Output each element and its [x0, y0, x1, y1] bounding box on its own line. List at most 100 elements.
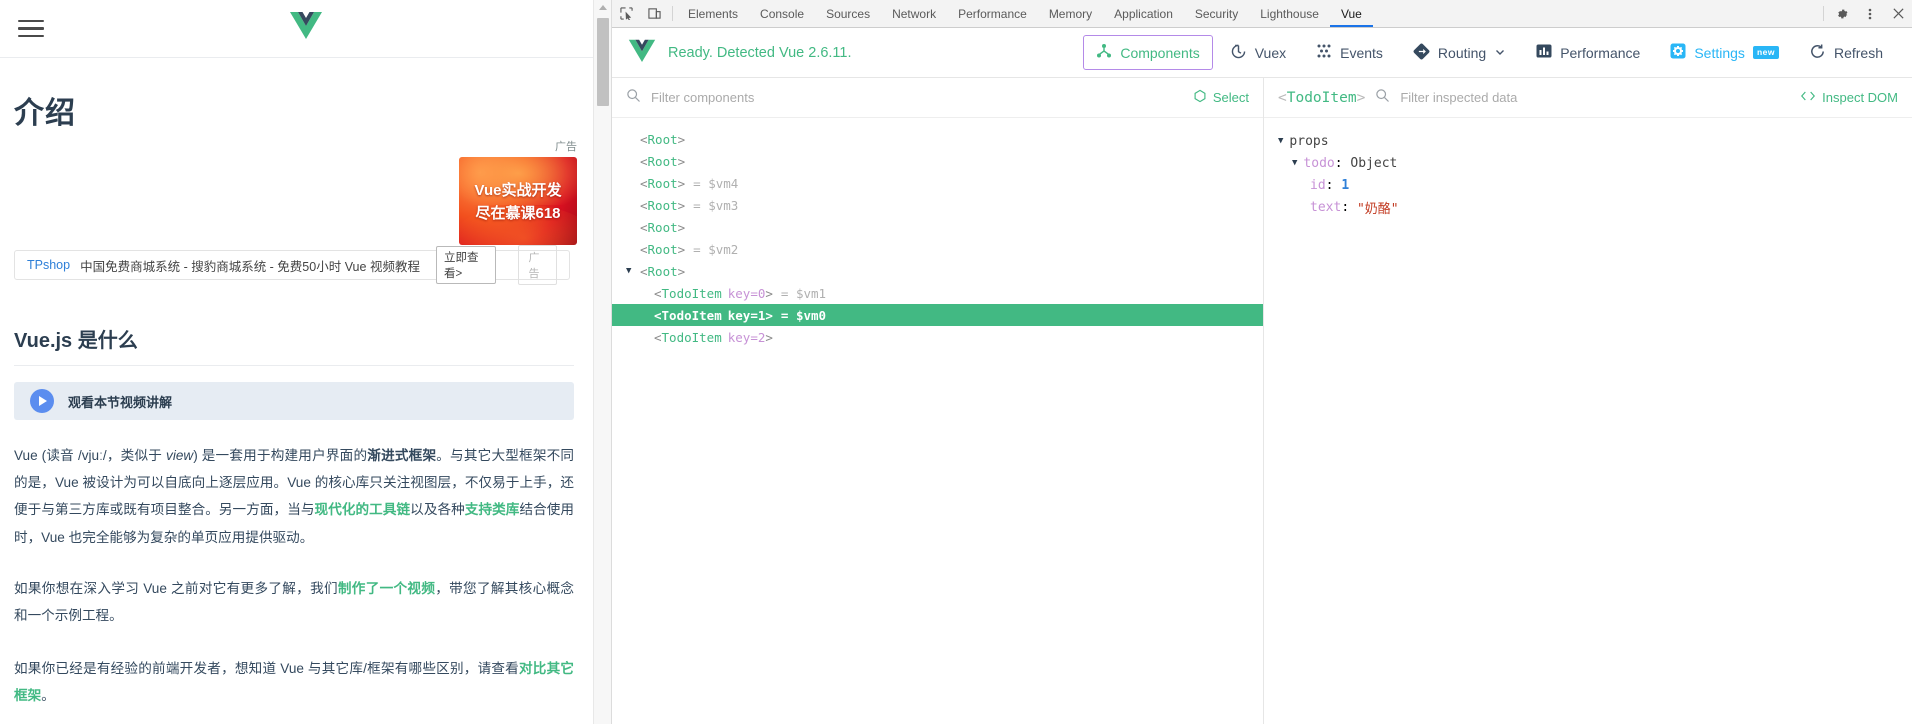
node-instance: = $vm1	[780, 285, 827, 301]
prop-field-row[interactable]: id : 1	[1278, 174, 1912, 196]
ad-banner-image[interactable]: Vue实战开发 尽在慕课618	[459, 157, 577, 245]
node-tag: <TodoItem	[654, 307, 722, 323]
vue-tab-settings[interactable]: Settings new	[1657, 35, 1792, 70]
vue-tab-vuex-label: Vuex	[1254, 44, 1287, 61]
section-title: Vue.js 是什么	[14, 330, 138, 352]
tab-memory[interactable]: Memory	[1038, 0, 1103, 27]
prop-field-key: text	[1310, 199, 1342, 215]
routing-icon	[1413, 43, 1430, 63]
tree-node[interactable]: <Root>	[612, 216, 1263, 238]
vue-status-text: Ready. Detected Vue 2.6.11.	[668, 44, 852, 61]
vue-logo	[289, 10, 323, 45]
settings-new-badge: new	[1752, 46, 1779, 59]
component-tree[interactable]: <Root> <Root> <Root> = $vm4 <Root> = $vm…	[612, 118, 1263, 724]
node-tag: <Root>	[640, 219, 686, 235]
prop-field-key: id	[1310, 177, 1326, 193]
vue-tab-routing[interactable]: Routing	[1400, 35, 1519, 71]
ad-cta-button[interactable]: 立即查看>	[435, 246, 497, 284]
link-support-libs[interactable]: 支持类库	[465, 502, 520, 517]
tab-console[interactable]: Console	[749, 0, 815, 27]
chevron-down-icon[interactable]	[1494, 45, 1506, 61]
tree-node-selected[interactable]: <TodoItem key=1 > = $vm0	[612, 304, 1263, 326]
ad-strip-tag: 广告	[518, 245, 557, 285]
inspect-element-icon[interactable]	[612, 0, 640, 27]
play-icon[interactable]	[30, 389, 54, 413]
tree-node[interactable]: <Root> = $vm3	[612, 194, 1263, 216]
tree-node[interactable]: <Root>	[612, 150, 1263, 172]
events-icon	[1316, 43, 1332, 62]
props-group-row[interactable]: ▼ props	[1278, 130, 1912, 152]
vue-tab-vuex[interactable]: Vuex	[1217, 35, 1299, 71]
vue-tab-components[interactable]: Components	[1083, 35, 1213, 70]
node-key: key=2	[727, 329, 766, 345]
inspect-dom-label: Inspect DOM	[1822, 90, 1898, 105]
prop-field-row[interactable]: text : "奶酪"	[1278, 196, 1912, 218]
vue-main-area: Select <Root> <Root> <Root> = $vm4	[612, 78, 1912, 724]
link-made-a-video[interactable]: 制作了一个视频	[338, 581, 435, 596]
tab-security[interactable]: Security	[1184, 0, 1249, 27]
expand-caret-icon[interactable]: ▼	[626, 266, 640, 276]
vue-refresh-label: Refresh	[1833, 44, 1883, 61]
node-tag: <Root>	[640, 197, 686, 213]
tab-elements[interactable]: Elements	[677, 0, 749, 27]
tab-performance[interactable]: Performance	[947, 0, 1038, 27]
close-icon[interactable]	[1884, 0, 1912, 27]
props-group-label: props	[1289, 133, 1329, 149]
vue-tab-events[interactable]: Events	[1303, 35, 1396, 70]
node-tag: <TodoItem	[654, 329, 722, 345]
tree-node[interactable]: <TodoItem key=0 > = $vm1	[612, 282, 1263, 304]
tab-sources[interactable]: Sources	[815, 0, 881, 27]
filter-components-input[interactable]	[651, 90, 1183, 105]
tab-application[interactable]: Application	[1103, 0, 1184, 27]
tab-vue[interactable]: Vue	[1330, 0, 1373, 27]
scrollbar-thumb[interactable]	[597, 18, 609, 106]
page-title: 介绍	[14, 97, 76, 130]
hamburger-icon[interactable]	[18, 19, 44, 38]
node-tag-close: >	[765, 285, 773, 301]
vue-toolbar-actions: Components Vuex Events Routing Performan…	[1083, 35, 1896, 71]
tab-lighthouse[interactable]: Lighthouse	[1249, 0, 1330, 27]
paragraph-1: Vue (读音 /vjuː/，类似于 view) 是一套用于构建用户界面的渐进式…	[14, 442, 574, 551]
tree-node[interactable]: <Root> = $vm4	[612, 172, 1263, 194]
video-banner[interactable]: 观看本节视频讲解	[14, 382, 574, 420]
bar-chart-icon	[1536, 43, 1552, 62]
vue-refresh-button[interactable]: Refresh	[1796, 35, 1896, 71]
prop-object-row[interactable]: ▼ todo : Object	[1278, 152, 1912, 174]
web-page-pane: 广告 Vue实战开发 尽在慕课618 介绍 TPshop 中国免费商城系统 - …	[0, 0, 612, 724]
more-vertical-icon[interactable]	[1856, 0, 1884, 27]
node-key: key=1	[727, 307, 766, 323]
prop-colon: :	[1334, 155, 1351, 171]
filter-inspected-data-input[interactable]	[1400, 90, 1791, 105]
video-banner-label: 观看本节视频讲解	[68, 394, 173, 410]
node-tag: <Root>	[640, 153, 686, 169]
tab-network[interactable]: Network	[881, 0, 947, 27]
p1-text-d: 以及各种	[410, 502, 465, 518]
component-tree-pane: Select <Root> <Root> <Root> = $vm4	[612, 78, 1264, 724]
tree-node[interactable]: <Root> = $vm2	[612, 238, 1263, 260]
device-toolbar-icon[interactable]	[640, 0, 668, 27]
page-scrollbar[interactable]	[593, 0, 611, 724]
vue-tab-performance[interactable]: Performance	[1523, 35, 1653, 70]
tree-node[interactable]: <Root>	[612, 128, 1263, 150]
link-modern-toolchain[interactable]: 现代化的工具链	[315, 502, 411, 517]
ad-brand[interactable]: TPshop	[27, 258, 70, 272]
vue-tab-routing-label: Routing	[1437, 44, 1487, 61]
tree-node[interactable]: ▼ <Root>	[612, 260, 1263, 282]
paragraph-2: 如果你想在深入学习 Vue 之前对它有更多了解，我们制作了一个视频，带您了解其核…	[14, 575, 574, 629]
inspect-dom-button[interactable]: Inspect DOM	[1800, 90, 1898, 105]
prop-field-value: 1	[1341, 177, 1350, 193]
ad-strip[interactable]: TPshop 中国免费商城系统 - 搜豹商城系统 - 免费50小时 Vue 视频…	[14, 245, 570, 285]
toolbar-divider	[672, 6, 673, 21]
gear-icon[interactable]	[1828, 0, 1856, 27]
p3-text-b: 。	[41, 688, 55, 704]
tree-node[interactable]: <TodoItem key=2 >	[612, 326, 1263, 348]
vue-devtools-toolbar: Ready. Detected Vue 2.6.11. Components V…	[612, 28, 1912, 78]
scroll-up-arrow[interactable]	[594, 0, 611, 14]
ad-banner-box[interactable]: 广告 Vue实战开发 尽在慕课618	[459, 138, 577, 245]
history-icon	[1230, 43, 1247, 63]
select-component-button[interactable]: Select	[1193, 89, 1249, 106]
collapse-caret-icon[interactable]: ▼	[1292, 158, 1297, 168]
target-icon	[1193, 89, 1207, 106]
collapse-caret-icon[interactable]: ▼	[1278, 136, 1283, 146]
vue-tab-performance-label: Performance	[1560, 44, 1641, 61]
